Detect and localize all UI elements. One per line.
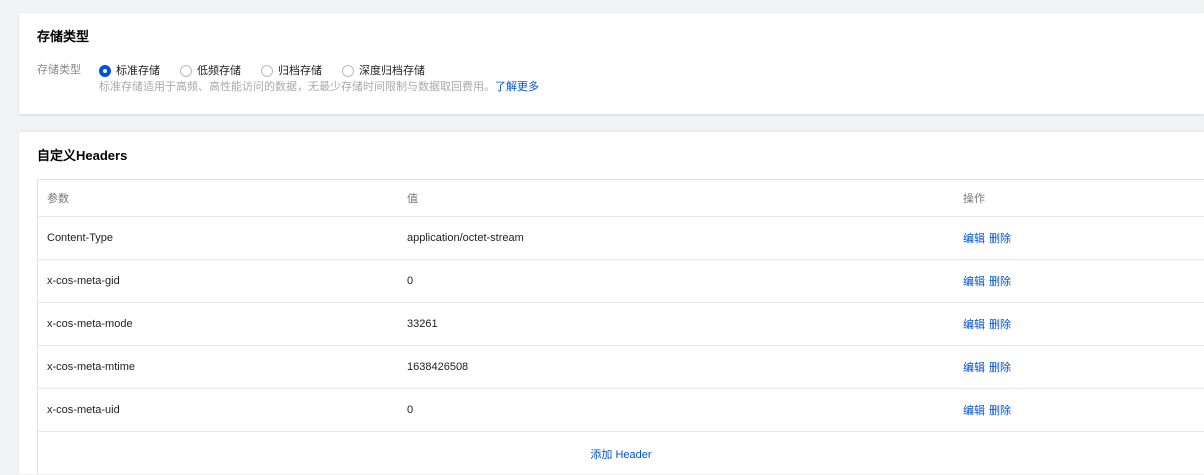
edit-button[interactable]: 编辑 bbox=[963, 230, 985, 246]
table-row: x-cos-meta-gid 0 编辑 删除 bbox=[38, 260, 1204, 303]
row-actions: 编辑 删除 bbox=[963, 346, 1015, 388]
header-value: 1638426508 bbox=[407, 361, 469, 373]
delete-button[interactable]: 删除 bbox=[989, 402, 1011, 418]
header-value: 0 bbox=[407, 275, 414, 287]
storage-type-title: 存储类型 bbox=[37, 29, 90, 44]
storage-type-hint-text: 标准存储适用于高频、高性能访问的数据，无最少存储时间限制与数据取回费用。 bbox=[99, 81, 495, 93]
radio-archive-storage[interactable]: 归档存储 bbox=[261, 64, 322, 78]
custom-headers-title: 自定义Headers bbox=[37, 148, 128, 163]
edit-button[interactable]: 编辑 bbox=[963, 402, 985, 418]
row-actions: 编辑 删除 bbox=[963, 217, 1015, 259]
delete-button[interactable]: 删除 bbox=[989, 273, 1011, 289]
radio-label: 标准存储 bbox=[116, 64, 160, 77]
radio-checked-icon bbox=[99, 64, 111, 77]
add-header-button[interactable]: 添加 Header bbox=[590, 446, 651, 462]
radio-unchecked-icon bbox=[261, 64, 273, 77]
storage-type-radio-group: 标准存储 低频存储 归档存储 深度归档存储 bbox=[99, 63, 445, 78]
column-header-value: 值 bbox=[407, 193, 418, 205]
edit-button[interactable]: 编辑 bbox=[963, 273, 985, 289]
storage-type-field-label: 存储类型 bbox=[37, 64, 81, 76]
delete-button[interactable]: 删除 bbox=[989, 359, 1011, 375]
storage-type-hint: 标准存储适用于高频、高性能访问的数据，无最少存储时间限制与数据取回费用。了解更多 bbox=[99, 80, 539, 94]
edit-button[interactable]: 编辑 bbox=[963, 316, 985, 332]
column-header-param: 参数 bbox=[47, 193, 69, 205]
row-actions: 编辑 删除 bbox=[963, 260, 1015, 302]
learn-more-link[interactable]: 了解更多 bbox=[495, 81, 539, 93]
header-param: x-cos-meta-uid bbox=[47, 404, 120, 416]
header-value: 33261 bbox=[407, 318, 438, 330]
header-param: x-cos-meta-mtime bbox=[47, 361, 136, 373]
radio-unchecked-icon bbox=[342, 64, 354, 77]
header-value: application/octet-stream bbox=[407, 232, 524, 244]
header-value: 0 bbox=[407, 404, 414, 416]
header-param: x-cos-meta-gid bbox=[47, 275, 120, 287]
table-header-row: 参数 值 操作 bbox=[38, 180, 1204, 217]
edit-button[interactable]: 编辑 bbox=[963, 359, 985, 375]
delete-button[interactable]: 删除 bbox=[989, 230, 1011, 246]
add-header-row: 添加 Header bbox=[38, 432, 1204, 475]
delete-button[interactable]: 删除 bbox=[989, 316, 1011, 332]
table-row: x-cos-meta-mode 33261 编辑 删除 bbox=[38, 303, 1204, 346]
row-actions: 编辑 删除 bbox=[963, 389, 1015, 431]
custom-headers-card: 自定义Headers 参数 值 操作 Content-Type applicat… bbox=[19, 132, 1204, 475]
table-row: x-cos-meta-uid 0 编辑 删除 bbox=[38, 389, 1204, 432]
row-actions: 编辑 删除 bbox=[963, 303, 1015, 345]
radio-standard-storage[interactable]: 标准存储 bbox=[99, 64, 160, 78]
headers-table: 参数 值 操作 Content-Type application/octet-s… bbox=[37, 179, 1204, 475]
radio-infrequent-storage[interactable]: 低频存储 bbox=[180, 64, 241, 78]
column-header-action: 操作 bbox=[963, 193, 985, 205]
header-param: x-cos-meta-mode bbox=[47, 318, 133, 330]
radio-label: 归档存储 bbox=[278, 64, 322, 77]
radio-label: 深度归档存储 bbox=[359, 64, 425, 77]
radio-unchecked-icon bbox=[180, 64, 192, 77]
radio-label: 低频存储 bbox=[197, 64, 241, 77]
table-row: x-cos-meta-mtime 1638426508 编辑 删除 bbox=[38, 346, 1204, 389]
radio-deep-archive-storage[interactable]: 深度归档存储 bbox=[342, 64, 425, 78]
table-row: Content-Type application/octet-stream 编辑… bbox=[38, 217, 1204, 260]
storage-type-card: 存储类型 存储类型 标准存储 低频存储 归档存储 深度归档存储 标准存储适用于高… bbox=[19, 13, 1204, 114]
header-param: Content-Type bbox=[47, 232, 114, 244]
